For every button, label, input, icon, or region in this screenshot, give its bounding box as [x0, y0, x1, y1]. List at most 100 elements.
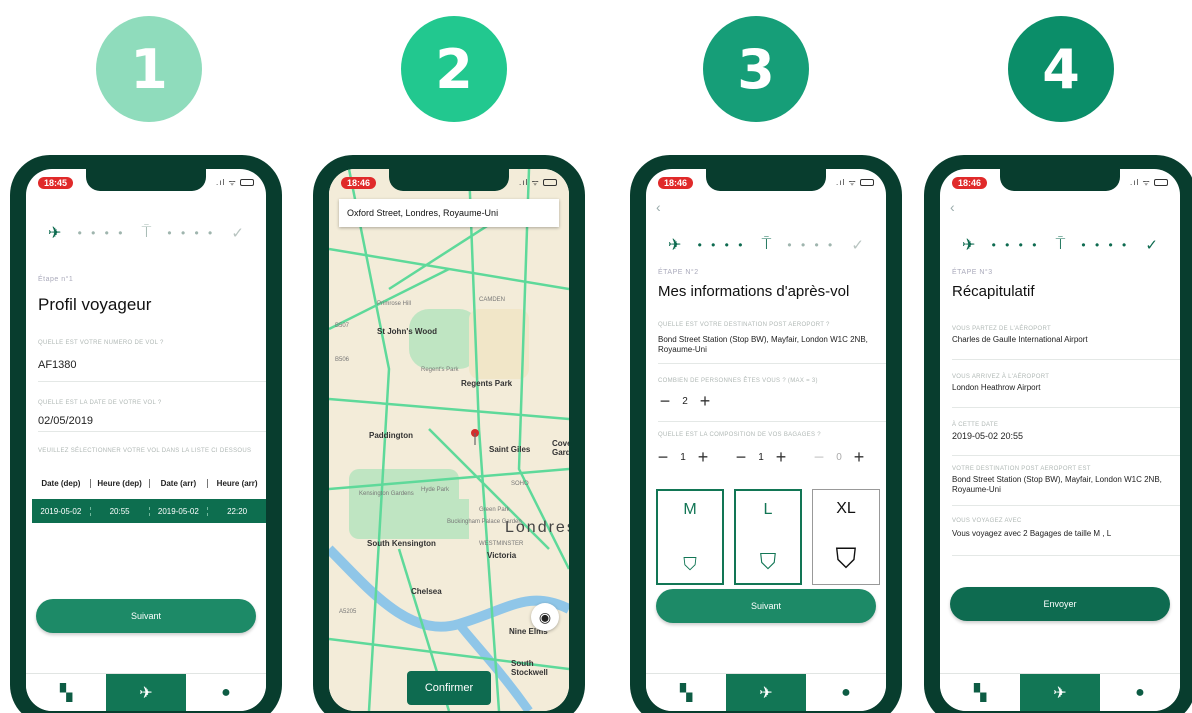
phone-screen: 18:46 .ıl ᯤ ‹ ✈ • • • • ⍑ • • • • ✓ ÉTAP…	[646, 169, 886, 711]
tab-flight[interactable]: ✈	[726, 674, 806, 711]
battery-icon	[1154, 179, 1168, 187]
status-icons: .ıl ᯤ	[216, 177, 254, 188]
back-icon[interactable]: ‹	[656, 199, 661, 215]
tab-profile[interactable]: ●	[1100, 674, 1180, 711]
divider	[38, 381, 266, 382]
locate-me-button[interactable]: ◉	[531, 603, 559, 631]
flight-date-label: QUELLE EST LA DATE DE VOTRE VOL ?	[38, 400, 162, 406]
chat-icon: ▚	[679, 684, 693, 702]
column-header: Heure (arr)	[216, 479, 258, 488]
divider	[658, 421, 886, 422]
bag-icon: ⛉	[759, 549, 777, 574]
status-time: 18:46	[341, 177, 377, 189]
decrement-button[interactable]: −	[732, 447, 750, 468]
progress-dots: • • • •	[77, 226, 126, 240]
map-label: Saint Giles	[489, 445, 531, 454]
phone-notch	[1000, 169, 1120, 191]
step-3-circle: 3	[703, 16, 809, 122]
increment-button[interactable]: +	[694, 447, 712, 468]
status-icons: .ıl ᯤ	[1130, 177, 1168, 188]
flight-select-label: VEUILLEZ SÉLECTIONNER VOTRE VOL DANS LA …	[38, 448, 252, 454]
map-label: Victoria	[487, 551, 517, 560]
stepper-value: 0	[836, 452, 842, 463]
bag-size-l[interactable]: L ⛉	[734, 489, 802, 585]
flight-table-header: Date (dep) Heure (dep) Date (arr) Heure …	[32, 479, 266, 488]
table-row[interactable]: 2019-05-02 20:55 2019-05-02 22:20	[32, 499, 266, 523]
map-label: SOHO	[511, 481, 529, 487]
date-value: 2019-05-02 20:55	[952, 431, 1024, 441]
signpost-icon: ⍑	[761, 236, 772, 253]
confirm-button[interactable]: Confirmer	[407, 671, 491, 705]
phone-after-flight-info: 18:46 .ıl ᯤ ‹ ✈ • • • • ⍑ • • • • ✓ ÉTAP…	[630, 155, 902, 713]
progress-dots: • • • •	[697, 238, 746, 252]
map-view[interactable]: Primrose Hill CAMDEN St John's Wood Rege…	[329, 169, 569, 711]
decrement-button[interactable]: −	[654, 447, 672, 468]
progress-steps: ✈ • • • • ⍑ • • • • ✓	[668, 235, 864, 255]
departure-value: Charles de Gaulle International Airport	[952, 335, 1088, 344]
step-label: ÉTAPE N°2	[658, 269, 699, 276]
phone-notch	[706, 169, 826, 191]
map-label: Londres	[505, 519, 569, 536]
map-label: South Kensington	[367, 539, 436, 548]
flight-date-field[interactable]: 02/05/2019	[38, 415, 256, 427]
status-time: 18:45	[38, 177, 74, 189]
decrement-button[interactable]: −	[656, 391, 674, 412]
progress-steps: ✈ • • • • ⍑ • • • • ✓	[48, 223, 244, 243]
map-label: Regent's Park	[421, 367, 459, 373]
arrival-value: London Heathrow Airport	[952, 383, 1041, 392]
increment-button[interactable]: +	[696, 391, 714, 412]
next-button[interactable]: Suivant	[36, 599, 256, 633]
back-icon[interactable]: ‹	[950, 199, 955, 215]
column-header: Date (dep)	[32, 479, 91, 488]
phone-map: Primrose Hill CAMDEN St John's Wood Rege…	[313, 155, 585, 713]
address-search-input[interactable]: Oxford Street, Londres, Royaume-Uni	[339, 199, 559, 227]
increment-button[interactable]: +	[850, 447, 868, 468]
bags-value: Vous voyagez avec 2 Bagages de taille M …	[952, 529, 1112, 538]
phone-notch	[86, 169, 206, 191]
user-icon: ●	[221, 683, 231, 701]
tab-profile[interactable]: ●	[806, 674, 886, 711]
plane-icon: ✈	[139, 684, 153, 702]
destination-label: QUELLE EST VOTRE DESTINATION POST AEROPO…	[658, 322, 830, 328]
send-button[interactable]: Envoyer	[950, 587, 1170, 621]
tab-chat[interactable]: ▚	[940, 674, 1020, 711]
bag-xl-stepper: − 0 +	[810, 447, 868, 468]
destination-field[interactable]: Bond Street Station (Stop BW), Mayfair, …	[658, 335, 876, 355]
people-stepper: − 2 +	[656, 391, 714, 412]
phone-traveler-profile: 18:45 .ıl ᯤ ✈ • • • • ⍑ • • • • ✓ Étape …	[10, 155, 282, 713]
locate-icon: ◉	[538, 608, 552, 625]
bag-size-m[interactable]: M ⛉	[656, 489, 724, 585]
check-icon: ✓	[1145, 237, 1158, 254]
divider	[38, 431, 266, 432]
phone-notch	[389, 169, 509, 191]
increment-button[interactable]: +	[772, 447, 790, 468]
bag-size-label: M	[683, 501, 697, 518]
bags-label: QUELLE EST LA COMPOSITION DE VOS BAGAGES…	[658, 432, 821, 438]
flight-number-field[interactable]: AF1380	[38, 359, 256, 371]
step-4-circle: 4	[1008, 16, 1114, 122]
map-label: Primrose Hill	[377, 301, 412, 307]
table-cell: 20:55	[91, 506, 150, 516]
bag-icon: ⛉	[835, 543, 857, 574]
tab-chat[interactable]: ▚	[646, 674, 726, 711]
tab-chat[interactable]: ▚	[26, 674, 106, 711]
bag-size-xl[interactable]: XL ⛉	[812, 489, 880, 585]
divider	[658, 363, 886, 364]
road-label: B507	[335, 323, 350, 329]
tab-profile[interactable]: ●	[186, 674, 266, 711]
decrement-button[interactable]: −	[810, 447, 828, 468]
chat-icon: ▚	[973, 684, 987, 702]
divider	[952, 359, 1180, 360]
bag-m-stepper: − 1 +	[654, 447, 712, 468]
road-label: B506	[335, 357, 350, 363]
bag-size-label: L	[763, 501, 773, 518]
tab-flight[interactable]: ✈	[106, 674, 186, 711]
tab-flight[interactable]: ✈	[1020, 674, 1100, 711]
tab-bar: ▚ ✈ ●	[940, 673, 1180, 711]
map-label: CAMDEN	[479, 297, 506, 303]
page-title: Récapitulatif	[952, 283, 1035, 300]
date-label: À CETTE DATE	[952, 422, 999, 428]
plane-icon: ✈	[759, 684, 773, 702]
check-icon: ✓	[231, 225, 244, 242]
next-button[interactable]: Suivant	[656, 589, 876, 623]
